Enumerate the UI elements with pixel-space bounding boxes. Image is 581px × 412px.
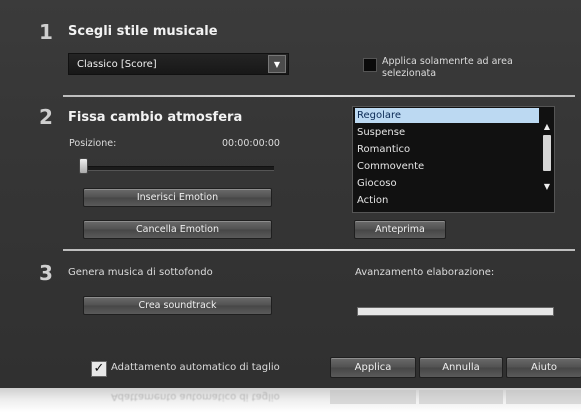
section-number-3: 3 xyxy=(39,261,53,285)
reflection-apply-button xyxy=(330,390,416,404)
apply-selected-area-label: Applica solamenrte ad area selezionata xyxy=(382,56,513,79)
cancel-button[interactable]: Annulla xyxy=(419,357,503,378)
progress-label: Avanzamento elaborazione: xyxy=(355,267,495,278)
reflection-auto-trim-label: Adattamento automatico di taglio xyxy=(111,391,280,402)
mood-item-4[interactable]: Giocoso xyxy=(355,176,539,191)
mood-item-1[interactable]: Suspense xyxy=(355,125,539,140)
section-title-generate: Genera musica di sottofondo xyxy=(68,267,213,278)
section-title-emotion: Fissa cambio atmosfera xyxy=(68,110,243,125)
chevron-down-icon[interactable]: ▼ xyxy=(268,55,286,73)
auto-trim-label: Adattamento automatico di taglio xyxy=(111,362,280,373)
position-label: Posizione: xyxy=(69,138,117,149)
help-button[interactable]: Aiuto xyxy=(506,357,581,378)
preview-button[interactable]: Anteprima xyxy=(354,220,446,239)
dialog-reflection: Adattamento automatico di taglio xyxy=(0,388,581,412)
position-value: 00:00:00:00 xyxy=(222,138,280,149)
insert-emotion-button[interactable]: Inserisci Emotion xyxy=(83,188,272,207)
soundtrack-dialog: 1 Scegli stile musicale Classico [Score]… xyxy=(0,0,581,388)
music-style-value: Classico [Score] xyxy=(77,58,157,70)
mood-item-0[interactable]: Regolare xyxy=(355,108,539,123)
mood-item-2[interactable]: Romantico xyxy=(355,142,539,157)
progress-bar xyxy=(357,307,554,316)
apply-selected-area-checkbox[interactable] xyxy=(363,58,377,72)
position-slider-handle[interactable] xyxy=(79,158,88,174)
auto-trim-checkbox[interactable]: ✓ xyxy=(91,361,107,377)
scroll-up-arrow-icon[interactable]: ▲ xyxy=(542,122,552,131)
section-number-2: 2 xyxy=(39,105,53,129)
mood-list-scrollbar[interactable] xyxy=(542,135,552,185)
mood-item-5[interactable]: Action xyxy=(355,193,539,208)
mood-list-scroll-thumb[interactable] xyxy=(543,135,551,171)
reflection-cancel-button xyxy=(419,390,503,404)
scroll-down-arrow-icon[interactable]: ▼ xyxy=(542,182,552,191)
music-style-select[interactable]: Classico [Score] ▼ xyxy=(68,53,289,75)
progress-bar-fill xyxy=(358,308,553,315)
section-divider-2 xyxy=(63,249,575,251)
apply-button[interactable]: Applica xyxy=(330,357,416,378)
create-soundtrack-button[interactable]: Crea soundtrack xyxy=(83,296,272,315)
mood-item-3[interactable]: Commovente xyxy=(355,159,539,174)
section-number-1: 1 xyxy=(39,20,53,44)
delete-emotion-button[interactable]: Cancella Emotion xyxy=(83,220,272,239)
section-divider-1 xyxy=(63,95,575,97)
mood-list[interactable]: Regolare Suspense Romantico Commovente G… xyxy=(352,106,555,213)
reflection-help-button xyxy=(506,390,581,404)
section-title-style: Scegli stile musicale xyxy=(68,24,218,39)
checkmark-icon: ✓ xyxy=(93,361,105,376)
position-slider-track[interactable] xyxy=(81,166,274,171)
